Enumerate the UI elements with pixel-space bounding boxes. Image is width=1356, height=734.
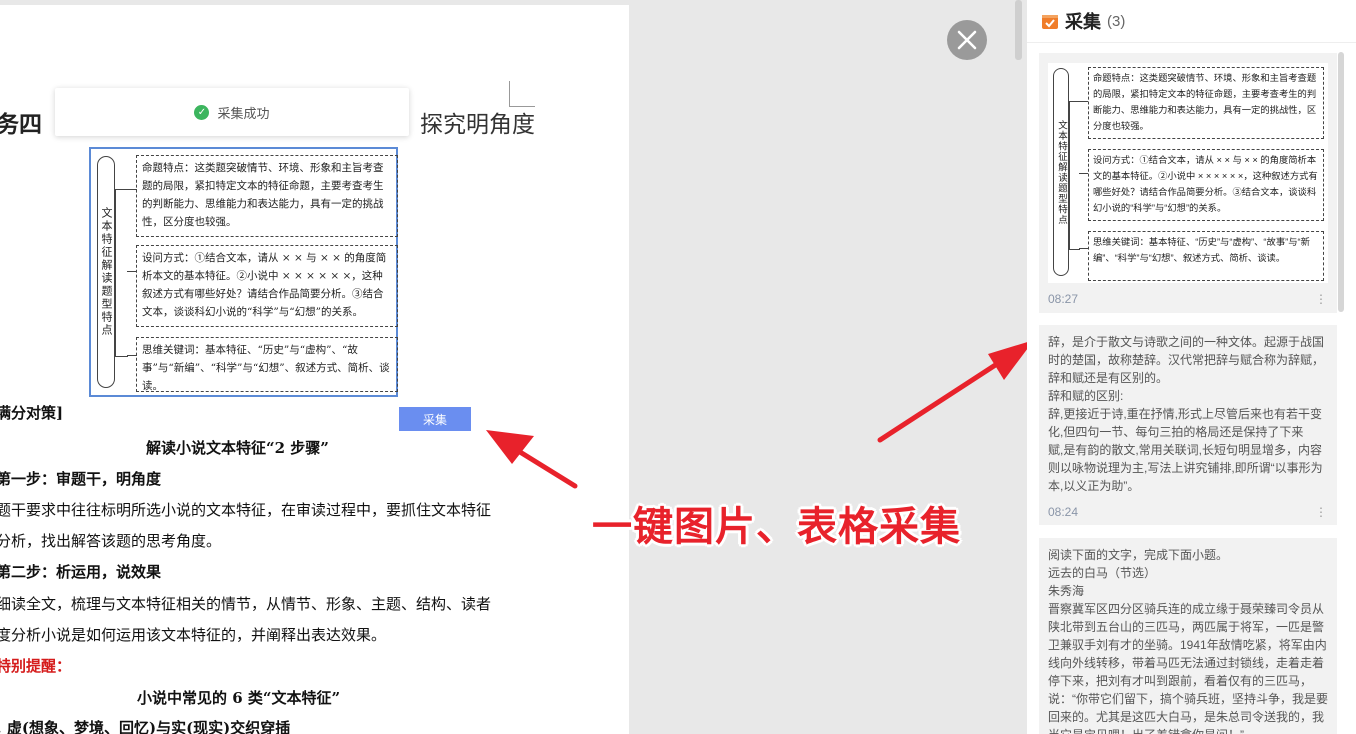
diagram-tick (1079, 101, 1088, 102)
diagram-box-features: 命题特点：这类题突破情节、环境、形象和主旨考查题的局限，紧扣特定文本的特征命题，… (136, 155, 398, 237)
diagram-bracket (115, 189, 128, 357)
panel-divider (1027, 42, 1356, 43)
doc-step-heading: 第一步：审题干，明角度 (0, 470, 162, 488)
collected-card-text[interactable]: 辞，是介于散文与诗歌之间的一种文体。起源于战国时的楚国，故称楚辞。汉代常把辞与赋… (1039, 325, 1337, 525)
feature-caption: 一键图片、表格采集 (592, 504, 961, 550)
collected-card-text[interactable]: 阅读下面的文字，完成下面小题。 远去的白马（节选） 朱秀海 晋察冀军区四分区骑兵… (1039, 538, 1337, 734)
doc-line: 满分对策] (0, 404, 64, 422)
doc-list-item: 1. 虚(想象、梦境、回忆)与实(现实)交织穿插 (0, 719, 291, 734)
diagram-vertical-label: 文本特征解读题型特点 (1053, 68, 1069, 276)
doc-heading: 小说中常见的 6 类“文本特征” (137, 689, 341, 707)
panel-header: 采集 (3) (1041, 8, 1125, 34)
more-options-icon[interactable]: ⋮ (1315, 505, 1327, 519)
collected-image-thumbnail: 文本特征解读题型特点 命题特点：这类题突破情节、环境、形象和主旨考查题的局限，紧… (1048, 63, 1328, 283)
toast-text: 采集成功 (217, 105, 270, 121)
diagram-box-questions: 设问方式：①结合文本，请从 × × 与 × × 的角度简析本文的基本特征。②小说… (136, 245, 398, 327)
doc-paragraph-line: 题干要求中往往标明所选小说的文本特征，在审读过程中，要抓住文本特征 (0, 501, 492, 519)
diagram-tick (1079, 248, 1088, 249)
panel-title: 采集 (1065, 12, 1101, 32)
diagram-box-features: 命题特点：这类题突破情节、环境、形象和主旨考查题的局限，紧扣特定文本的特征命题，… (1088, 67, 1324, 139)
diagram-tick (1079, 173, 1088, 174)
collect-icon (1042, 14, 1058, 29)
panel-count: (3) (1107, 12, 1126, 30)
page-scrollbar[interactable] (1015, 0, 1022, 60)
more-options-icon[interactable]: ⋮ (1315, 292, 1327, 306)
close-button[interactable] (947, 20, 987, 60)
card-text: 阅读下面的文字，完成下面小题。 远去的白马（节选） 朱秀海 晋察冀军区四分区骑兵… (1048, 548, 1328, 734)
diagram-box-keywords: 思维关键词：基本特征、“历史”与“虚构”、“故事”与“新编”、“科学”与“幻想”… (136, 337, 398, 392)
panel-scrollbar[interactable] (1338, 52, 1344, 312)
card-text: 辞，是介于散文与诗歌之间的一种文体。起源于战国时的楚国，故称楚辞。汉代常把辞与赋… (1048, 335, 1325, 493)
doc-paragraph-line: 度分析小说是如何运用该文本特征的，并阐释出表达效果。 (0, 626, 387, 644)
feature-diagram-image[interactable]: 文本特征解读题型特点 命题特点：这类题突破情节、环境、形象和主旨考查题的局限，紧… (89, 147, 398, 397)
card-time: 08:27 (1048, 292, 1079, 306)
section-title-left: 务四 (0, 112, 42, 138)
page-corner-mark (509, 81, 535, 107)
diagram-bracket (1069, 101, 1080, 250)
diagram-vertical-label: 文本特征解读题型特点 (97, 156, 115, 388)
arrow-to-panel (877, 340, 1034, 443)
doc-special-note: 特别提醒： (0, 657, 72, 675)
collect-panel: 采集 (3) 文本特征解读题型特点 命题特点：这类题突破情节、环境、形象和主旨考… (1027, 0, 1356, 734)
doc-paragraph-line: 细读全文，梳理与文本特征相关的情节，从情节、形象、主题、结构、读者 (0, 595, 492, 613)
doc-paragraph-line: 分析，找出解答该题的思考角度。 (0, 532, 222, 550)
document-page: 务四 探究明角度 ✓ 采集成功 文本特征解读题型特点 命题特点：这类题突破情节、… (0, 5, 629, 734)
doc-heading: 解读小说文本特征“2 步骤” (146, 439, 329, 457)
diagram-box-questions: 设问方式：①结合文本，请从 × × 与 × × 的角度简析本文的基本特征。②小说… (1088, 149, 1324, 221)
section-title-right: 探究明角度 (420, 112, 535, 138)
collect-button[interactable]: 采集 (399, 407, 471, 431)
success-toast: ✓ 采集成功 (55, 88, 409, 136)
collected-card-image[interactable]: 文本特征解读题型特点 命题特点：这类题突破情节、环境、形象和主旨考查题的局限，紧… (1039, 53, 1337, 313)
close-icon (957, 30, 977, 50)
success-check-icon: ✓ (194, 104, 210, 120)
doc-step-heading: 第二步：析运用，说效果 (0, 563, 162, 581)
card-time: 08:24 (1048, 505, 1079, 519)
diagram-box-keywords: 思维关键词：基本特征、“历史”与“虚构”、“故事”与“新编”、“科学”与“幻想”… (1088, 231, 1324, 281)
